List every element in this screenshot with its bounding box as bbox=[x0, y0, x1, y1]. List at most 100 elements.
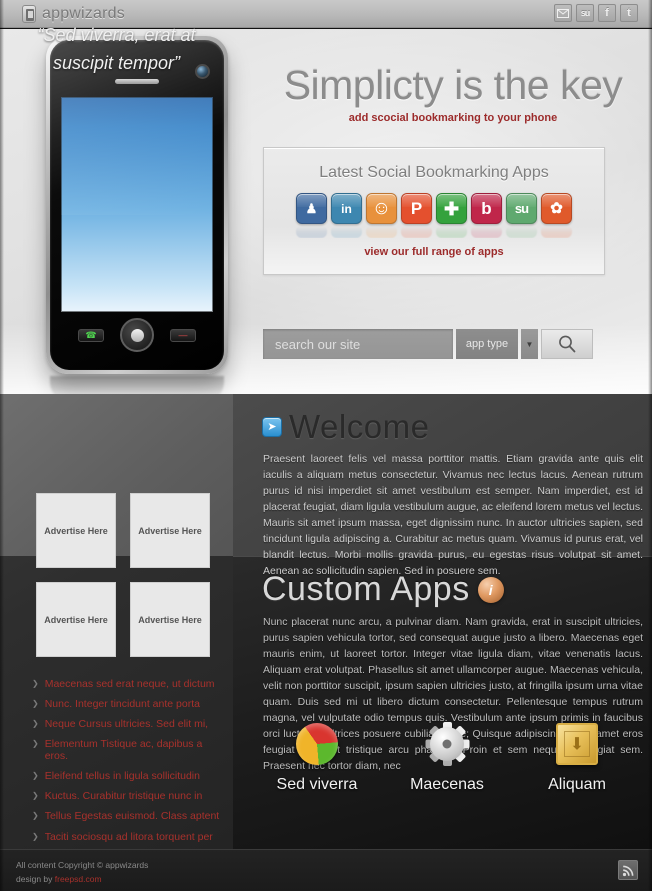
view-all-apps-link[interactable]: view our full range of apps bbox=[264, 246, 604, 258]
phone-speaker-grill bbox=[115, 79, 159, 84]
list-item-label: Tellus Egestas euismod. Class aptent bbox=[44, 810, 220, 823]
feature-item[interactable]: Maecenas bbox=[382, 718, 512, 794]
page-root: appwizards su f t ☎ — Simplicty is the k… bbox=[0, 0, 652, 891]
search-input[interactable] bbox=[263, 329, 453, 359]
bebo-glyph: b bbox=[481, 199, 492, 218]
welcome-heading: ➤ Welcome bbox=[262, 408, 429, 446]
apps-panel-title: Latest Social Bookmarking Apps bbox=[319, 164, 549, 181]
list-item[interactable]: ❯ Nunc. Integer tincidunt ante porta bbox=[32, 698, 227, 710]
feature-item[interactable]: ⬇ Aliquam bbox=[512, 718, 642, 794]
logo-text: appwizards bbox=[42, 4, 125, 22]
app-type-label: app type bbox=[456, 329, 518, 359]
page-title: Simplicty is the key bbox=[283, 62, 623, 108]
app-icon-row: ♟ in ☺ P ✚ b su ✿ bbox=[264, 193, 604, 224]
facebook-icon[interactable]: f bbox=[598, 4, 616, 22]
diigo-icon[interactable]: ✿ bbox=[541, 193, 572, 224]
bebo-icon[interactable]: b bbox=[471, 193, 502, 224]
stumbleupon-icon[interactable]: su bbox=[576, 4, 594, 22]
arrow-bullet-icon: ❯ bbox=[32, 771, 39, 781]
footer-text: All content Copyright © appwizards desig… bbox=[16, 859, 148, 886]
arrow-bullet-icon: ❯ bbox=[32, 811, 39, 821]
phone-body: ☎ — bbox=[50, 40, 224, 370]
advertise-grid: Advertise Here Advertise Here Advertise … bbox=[36, 493, 210, 657]
phone-screen bbox=[61, 97, 213, 312]
stumbleupon-glyph: su bbox=[580, 7, 590, 18]
list-item[interactable]: ❯ Elementum Tistique ac, dapibus a eros. bbox=[32, 738, 227, 762]
linkedin-icon[interactable]: in bbox=[331, 193, 362, 224]
diigo-glyph: ✿ bbox=[550, 200, 563, 217]
end-glyph: — bbox=[178, 329, 188, 340]
gear-icon bbox=[382, 718, 512, 770]
arrow-bullet-icon: ❯ bbox=[32, 831, 39, 841]
phone-end-call-button[interactable]: — bbox=[170, 328, 196, 342]
list-item-label: Eleifend tellus in ligula sollicitudin bbox=[44, 770, 200, 783]
welcome-body-text: Praesent laoreet felis vel massa porttit… bbox=[263, 453, 643, 577]
app-icons-reflection bbox=[264, 225, 604, 238]
hero-subtitle: add scocial bookmarking to your phone bbox=[348, 112, 558, 124]
feature-label: Maecenas bbox=[410, 776, 484, 793]
arrow-bullet-icon: ❯ bbox=[32, 791, 39, 801]
pie-chart-icon bbox=[252, 718, 382, 770]
ad-slot[interactable]: Advertise Here bbox=[36, 582, 116, 657]
list-item[interactable]: ❯ Neque Cursus ultricies. Sed elit mi, bbox=[32, 718, 227, 730]
search-icon bbox=[559, 335, 576, 353]
myspace-glyph: ♟ bbox=[305, 201, 318, 216]
footer: All content Copyright © appwizards desig… bbox=[0, 849, 652, 891]
plus-glyph: ✚ bbox=[443, 198, 460, 219]
list-item[interactable]: ❯ Tellus Egestas euismod. Class aptent bbox=[32, 810, 227, 822]
search-bar: app type ▼ bbox=[263, 329, 593, 359]
rss-icon[interactable] bbox=[618, 860, 638, 880]
phone-mockup: ☎ — bbox=[46, 36, 228, 374]
arrow-right-icon: ➤ bbox=[262, 417, 282, 437]
list-item-label: Maecenas sed erat neque, ut dictum bbox=[44, 678, 215, 690]
smiley-icon[interactable]: ☺ bbox=[366, 193, 397, 224]
info-glyph: i bbox=[488, 581, 493, 598]
arrow-bullet-icon: ❯ bbox=[32, 719, 39, 729]
arrow-bullet-icon: ❯ bbox=[32, 739, 39, 749]
phone-call-button[interactable]: ☎ bbox=[78, 328, 104, 342]
info-icon[interactable]: i bbox=[477, 576, 504, 603]
feature-label: Sed viverra bbox=[276, 776, 358, 793]
plurk-icon[interactable]: P bbox=[401, 193, 432, 224]
feature-item[interactable]: Sed viverra bbox=[252, 718, 382, 794]
list-item[interactable]: ❯ Eleifend tellus in ligula sollicitudin bbox=[32, 770, 227, 782]
list-item[interactable]: ❯ Taciti sociosqu ad litora torquent per bbox=[32, 831, 227, 843]
chevron-down-icon[interactable]: ▼ bbox=[521, 329, 538, 359]
list-item-label: Kuctus. Curabitur tristique nunc in bbox=[44, 790, 203, 803]
arrow-glyph: ➤ bbox=[267, 420, 277, 433]
design-prefix: design by bbox=[16, 873, 55, 884]
ad-slot[interactable]: Advertise Here bbox=[130, 582, 210, 657]
design-credit: design by freepsd.com bbox=[16, 873, 148, 887]
arrow-bullet-icon: ❯ bbox=[32, 699, 39, 709]
sidebar-quote: “Sed viverra, erat at suscipit tempor” bbox=[37, 25, 196, 73]
stumbleupon-app-icon[interactable]: su bbox=[506, 193, 537, 224]
phone-home-button[interactable] bbox=[120, 318, 154, 352]
mail-icon[interactable] bbox=[554, 4, 572, 22]
site-logo[interactable]: appwizards bbox=[22, 4, 125, 23]
social-links: su f t bbox=[554, 4, 638, 22]
linkedin-glyph: in bbox=[341, 201, 352, 216]
design-link[interactable]: freepsd.com bbox=[55, 874, 102, 884]
ad-slot[interactable]: Advertise Here bbox=[36, 493, 116, 568]
twitter-glyph: t bbox=[627, 6, 631, 19]
phone-icon bbox=[22, 4, 36, 23]
plurk-glyph: P bbox=[410, 199, 423, 218]
ad-slot[interactable]: Advertise Here bbox=[130, 493, 210, 568]
search-button[interactable] bbox=[541, 329, 593, 359]
smiley-glyph: ☺ bbox=[371, 198, 392, 219]
package-box-icon: ⬇ bbox=[512, 718, 642, 770]
arrow-bullet-icon: ❯ bbox=[32, 679, 39, 688]
su-glyph: su bbox=[514, 201, 529, 216]
feature-row: Sed viverra Maecenas ⬇ Aliquam bbox=[252, 718, 642, 794]
welcome-title: Welcome bbox=[289, 408, 430, 445]
myspace-icon[interactable]: ♟ bbox=[296, 193, 327, 224]
list-item[interactable]: ❯ Kuctus. Curabitur tristique nunc in bbox=[32, 790, 227, 802]
list-item-label: Neque Cursus ultricies. Sed elit mi, bbox=[44, 718, 209, 731]
list-item-label: Nunc. Integer tincidunt ante porta bbox=[44, 698, 200, 711]
copyright-text: All content Copyright © appwizards bbox=[16, 860, 149, 870]
app-type-select[interactable]: app type ▼ bbox=[456, 329, 538, 359]
twitter-icon[interactable]: t bbox=[620, 4, 638, 22]
plus-icon[interactable]: ✚ bbox=[436, 193, 467, 224]
list-item[interactable]: ❯ Maecenas sed erat neque, ut dictum bbox=[32, 678, 227, 690]
sidebar-link-list: ❯ Maecenas sed erat neque, ut dictum ❯ Nun… bbox=[32, 678, 227, 851]
